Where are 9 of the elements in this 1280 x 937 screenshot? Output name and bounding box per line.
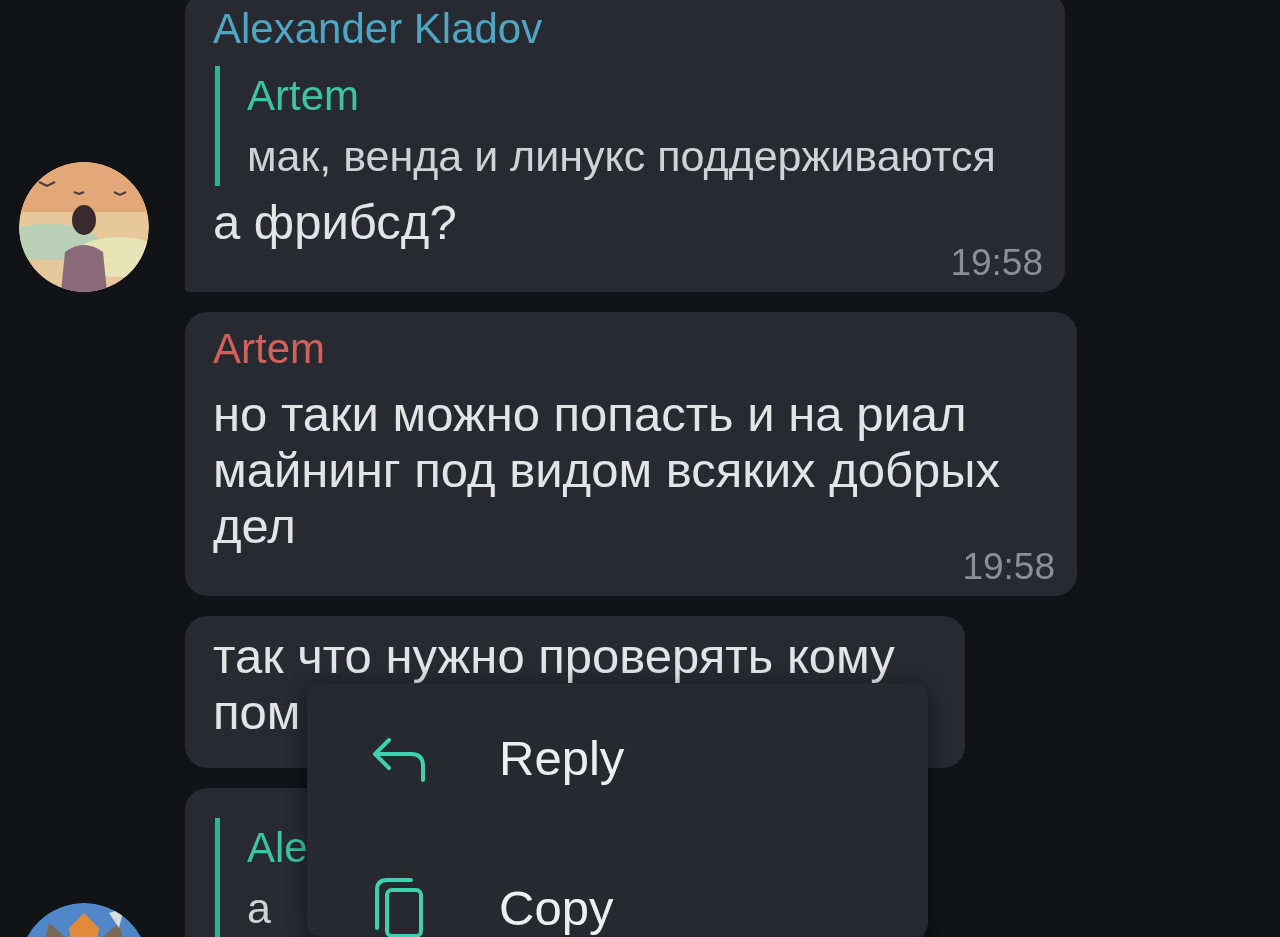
- quoted-text: мак, венда и линукс поддерживаются: [247, 131, 996, 182]
- message-text: а фрибсд?: [213, 194, 457, 250]
- quoted-sender: Artem: [247, 71, 359, 121]
- sender-name: Alexander Kladov: [213, 4, 544, 54]
- menu-item[interactable]: Copy: [307, 833, 928, 937]
- quoted-text: а: [247, 883, 271, 934]
- message-time: 19:58: [950, 244, 1043, 282]
- sender-name: Artem: [213, 324, 326, 374]
- quoted-sender: Ale: [247, 823, 308, 873]
